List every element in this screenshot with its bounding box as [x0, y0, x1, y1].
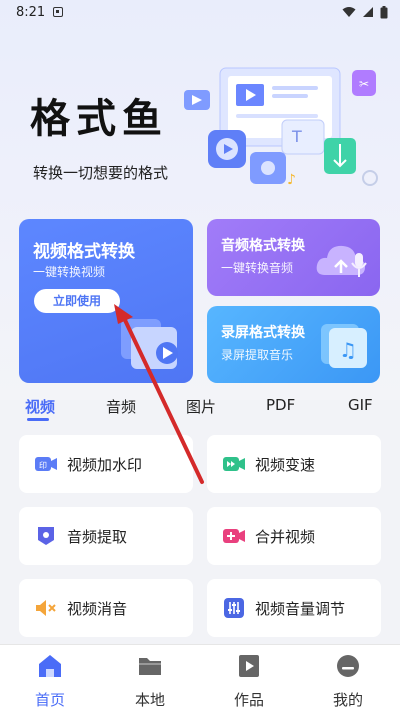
tool-label: 视频变速: [255, 455, 316, 474]
audio-card-title: 音频格式转换: [221, 238, 305, 254]
use-now-button[interactable]: 立即使用: [34, 289, 120, 313]
nav-home-label: 首页: [34, 691, 65, 709]
nav-works-label: 作品: [233, 691, 264, 709]
tab-pdf[interactable]: PDF: [266, 396, 295, 414]
tool-mute-video[interactable]: 视频消音: [19, 579, 193, 637]
tab-image[interactable]: 图片: [186, 396, 216, 417]
play-file-icon: [239, 655, 259, 677]
audio-card-subtitle: 一键转换音频: [221, 261, 294, 275]
video-speed-icon: [222, 452, 246, 476]
signal-icon: [363, 7, 373, 17]
tool-volume-adjust[interactable]: 视频音量调节: [207, 579, 381, 637]
music-file-icon: ♫: [321, 324, 367, 368]
category-tabs: 视频 音频 图片 PDF GIF: [0, 392, 400, 422]
tab-audio[interactable]: 音频: [106, 396, 136, 417]
notification-icon: [53, 7, 64, 17]
svg-text:✂: ✂: [359, 77, 369, 91]
app-title: 格式鱼: [30, 95, 168, 142]
tool-label: 合并视频: [255, 527, 316, 546]
svg-text:♫: ♫: [339, 338, 357, 362]
app-subtitle: 转换一切想要的格式: [33, 164, 169, 182]
screen-card-subtitle: 录屏提取音乐: [221, 348, 294, 362]
folder-icon: [139, 658, 161, 675]
nav-works[interactable]: 作品: [214, 653, 284, 710]
tool-video-speed[interactable]: 视频变速: [207, 435, 381, 493]
svg-text:♪: ♪: [287, 172, 296, 188]
home-icon: [39, 655, 61, 677]
tool-audio-extract[interactable]: 音频提取: [19, 507, 193, 565]
active-tab-indicator: [27, 418, 49, 421]
profile-icon: [337, 655, 359, 677]
tool-label: 视频音量调节: [255, 599, 346, 618]
tab-gif[interactable]: GIF: [348, 396, 373, 414]
volume-adjust-icon: [222, 596, 246, 620]
screen-card-title: 录屏格式转换: [221, 325, 305, 341]
audio-format-convert-card[interactable]: 音频格式转换 一键转换音频: [207, 219, 380, 296]
video-card-title: 视频格式转换: [33, 242, 135, 262]
merge-video-icon: [222, 524, 246, 548]
screen-record-convert-card[interactable]: 录屏格式转换 录屏提取音乐 ♫: [207, 306, 380, 383]
nav-mine[interactable]: 我的: [313, 653, 383, 710]
nav-local[interactable]: 本地: [115, 653, 185, 710]
status-time: 8:21: [16, 4, 46, 20]
bottom-navigation: 首页 本地 作品 我的: [0, 644, 400, 712]
status-bar: 8:21: [0, 0, 400, 24]
video-file-icon: [121, 319, 178, 369]
cloud-microphone-icon: [316, 245, 367, 277]
mute-video-icon: [34, 596, 58, 620]
hero-illustration: ✂ T ♪: [184, 67, 378, 188]
svg-text:印: 印: [39, 461, 47, 470]
video-card-subtitle: 一键转换视频: [33, 265, 106, 279]
video-format-convert-card[interactable]: 视频格式转换 一键转换视频 立即使用: [19, 219, 193, 383]
tab-video[interactable]: 视频: [25, 396, 55, 417]
wifi-icon: [342, 7, 356, 17]
svg-text:T: T: [291, 127, 302, 146]
audio-extract-icon: [34, 524, 58, 548]
nav-mine-label: 我的: [332, 691, 363, 709]
nav-home[interactable]: 首页: [15, 653, 85, 710]
tool-label: 音频提取: [67, 527, 128, 546]
nav-local-label: 本地: [134, 691, 165, 709]
tool-merge-video[interactable]: 合并视频: [207, 507, 381, 565]
tool-label: 视频消音: [67, 599, 128, 618]
battery-icon: [380, 5, 388, 18]
tool-video-watermark[interactable]: 印 视频加水印: [19, 435, 193, 493]
video-watermark-icon: 印: [34, 452, 58, 476]
tool-label: 视频加水印: [67, 455, 143, 474]
